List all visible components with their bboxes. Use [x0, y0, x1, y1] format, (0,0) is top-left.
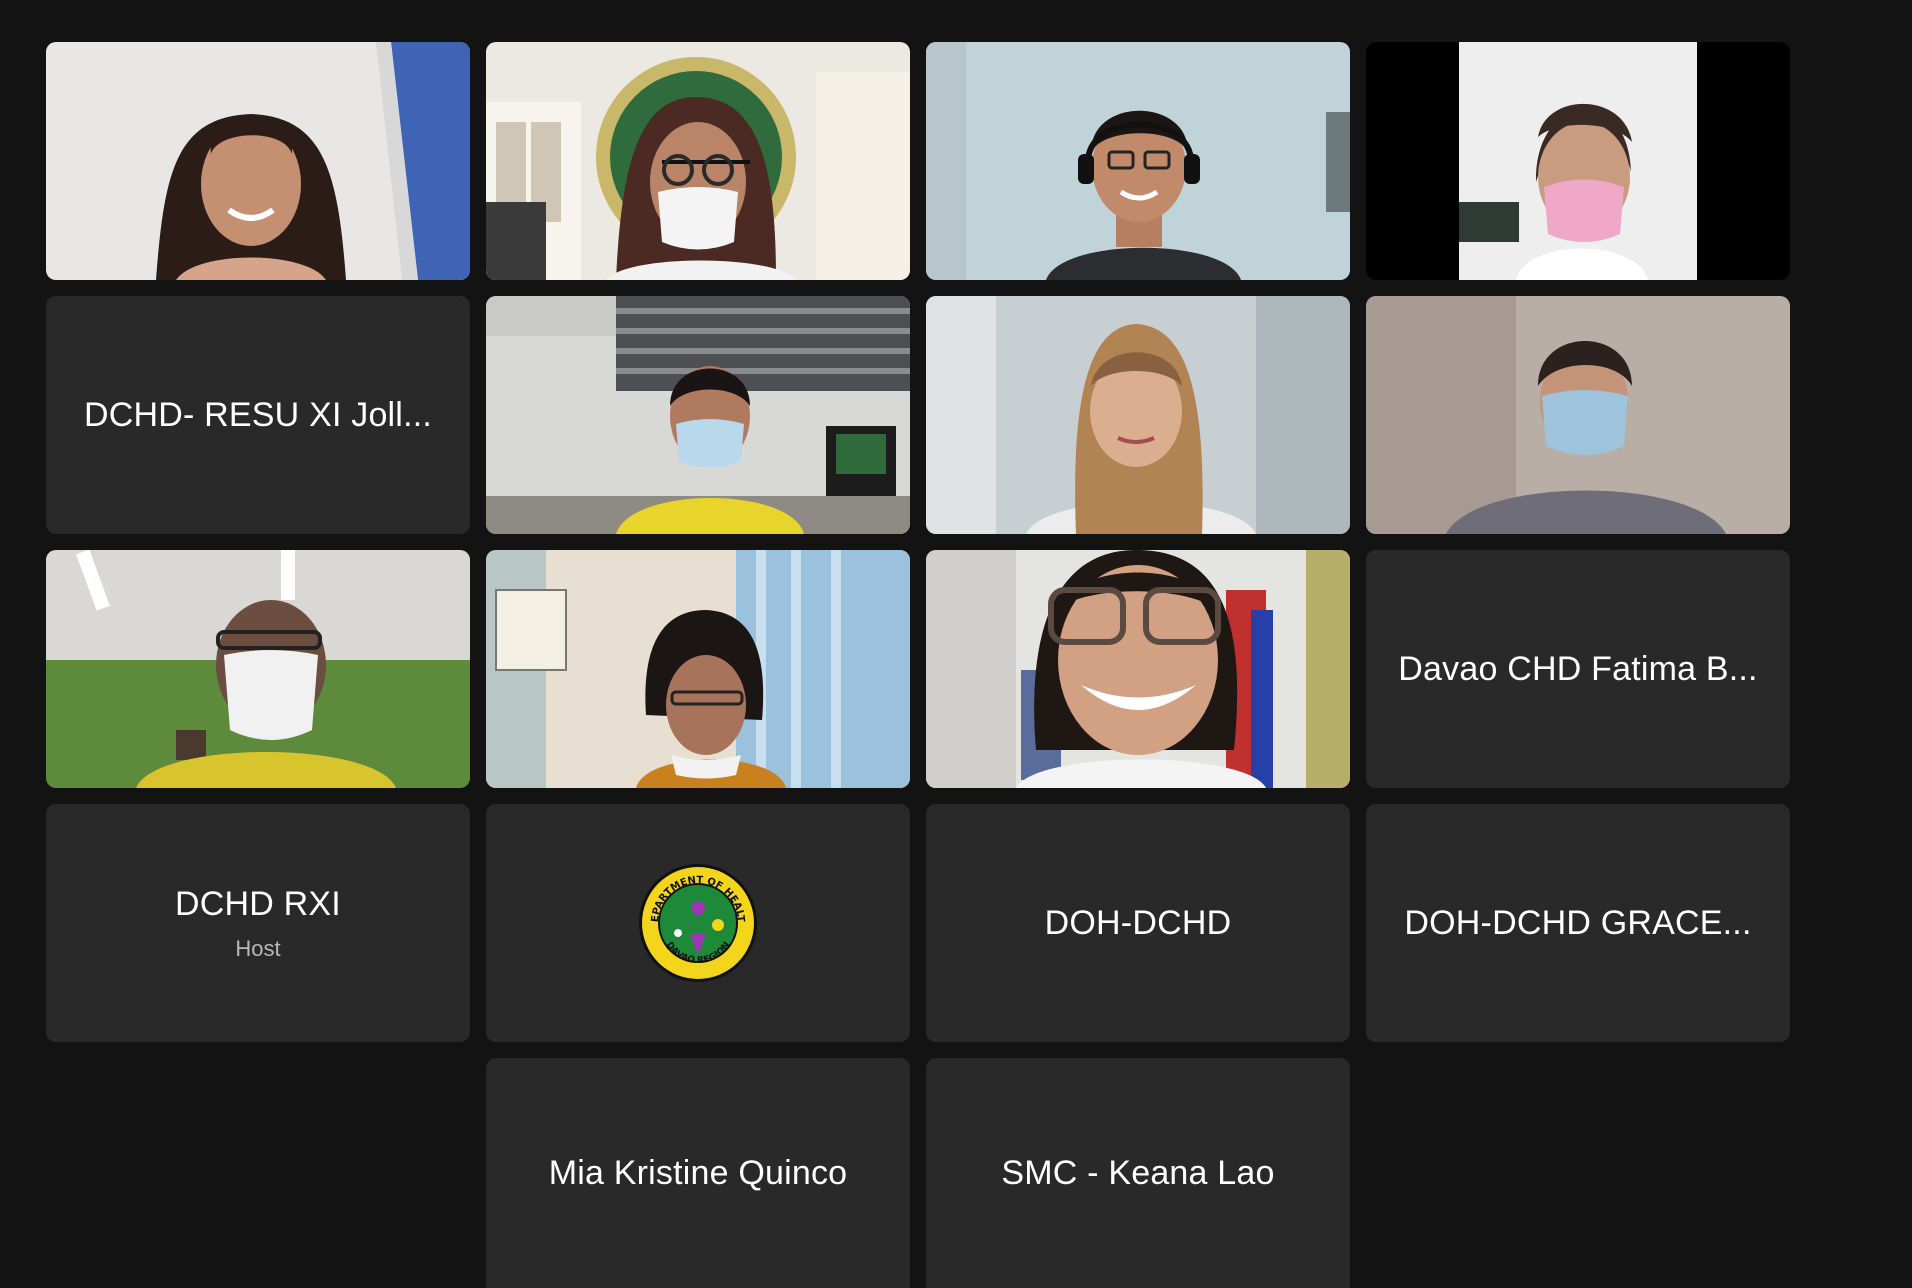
participant-name-tile-5[interactable]: DCHD- RESU XI Joll... [46, 296, 470, 534]
participant-name-tile-17[interactable]: Mia Kristine Quinco [486, 1058, 910, 1288]
participant-video-tile-2[interactable] [486, 42, 910, 280]
participant-video-6 [486, 296, 910, 534]
participant-name: Davao CHD Fatima B... [1398, 649, 1758, 688]
participant-name-tile-16[interactable]: DOH-DCHD GRACE... [1366, 804, 1790, 1042]
participant-name: DCHD- RESU XI Joll... [83, 395, 433, 434]
participant-video-3 [926, 42, 1350, 280]
participant-name: DCHD RXI [175, 884, 341, 923]
participant-video-tile-4[interactable] [1366, 42, 1790, 280]
participant-video-8 [1366, 296, 1790, 534]
participant-video-tile-1[interactable] [46, 42, 470, 280]
participant-video-tile-3[interactable] [926, 42, 1350, 280]
video-gallery: DCHD- RESU XI Joll... Davao CHD Fatima B… [0, 0, 1912, 1288]
participant-video-tile-8[interactable] [1366, 296, 1790, 534]
participant-avatar-tile-14[interactable]: DEPARTMENT OF HEALTH DAVAO REGION [486, 804, 910, 1042]
participant-video-9 [46, 550, 470, 788]
host-label: Host [235, 935, 281, 961]
participant-video-7 [926, 296, 1350, 534]
participant-name: SMC - Keana Lao [1001, 1153, 1275, 1192]
participant-video-tile-9[interactable] [46, 550, 470, 788]
participant-name-tile-18[interactable]: SMC - Keana Lao [926, 1058, 1350, 1288]
participant-video-2 [486, 42, 910, 280]
participant-name-tile-13[interactable]: DCHD RXI Host [46, 804, 470, 1042]
participant-video-tile-11[interactable] [926, 550, 1350, 788]
participant-name-tile-12[interactable]: Davao CHD Fatima B... [1366, 550, 1790, 788]
participant-video-tile-6[interactable] [486, 296, 910, 534]
participant-video-tile-10[interactable] [486, 550, 910, 788]
participant-video-10 [486, 550, 910, 788]
participant-video-4 [1366, 42, 1790, 280]
participant-name: Mia Kristine Quinco [548, 1153, 848, 1192]
doh-davao-region-seal: DEPARTMENT OF HEALTH DAVAO REGION [634, 855, 758, 983]
participant-video-1 [46, 42, 470, 280]
participant-video-11 [926, 550, 1350, 788]
participant-name: DOH-DCHD [1044, 903, 1232, 942]
participant-name-tile-15[interactable]: DOH-DCHD [926, 804, 1350, 1042]
participant-video-tile-7[interactable] [926, 296, 1350, 534]
participant-name: DOH-DCHD GRACE... [1404, 903, 1752, 942]
